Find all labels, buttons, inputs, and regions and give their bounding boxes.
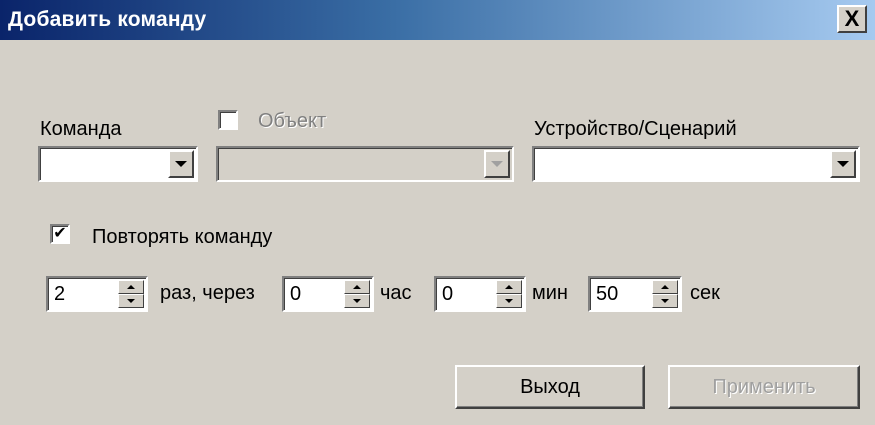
arrow-up-icon xyxy=(353,285,361,289)
arrow-down-icon xyxy=(353,299,361,303)
add-command-dialog: Добавить команду X Команда Объект Устрой… xyxy=(0,0,875,425)
minutes-down-button[interactable] xyxy=(496,294,522,308)
close-icon: X xyxy=(844,6,860,31)
seconds-up-button[interactable] xyxy=(652,280,678,294)
minutes-value: 0 xyxy=(442,283,454,305)
dialog-title: Добавить команду xyxy=(8,8,207,31)
seconds-label: сек xyxy=(690,282,720,304)
seconds-value: 50 xyxy=(596,283,619,305)
hours-up-button[interactable] xyxy=(344,280,370,294)
hours-spinner[interactable]: 0 xyxy=(282,276,374,312)
hours-down-button[interactable] xyxy=(344,294,370,308)
chevron-down-icon xyxy=(837,161,849,167)
minutes-up-button[interactable] xyxy=(496,280,522,294)
seconds-spinner[interactable]: 50 xyxy=(588,276,682,312)
apply-button[interactable]: Применить xyxy=(668,365,860,409)
arrow-down-icon xyxy=(505,299,513,303)
command-dropdown-button[interactable] xyxy=(168,150,194,178)
object-combobox[interactable] xyxy=(216,146,514,182)
close-button[interactable]: X xyxy=(837,5,867,33)
hours-value: 0 xyxy=(290,283,302,305)
times-label: раз, через xyxy=(160,282,255,304)
repeat-label: Повторять команду xyxy=(92,226,273,248)
command-label: Команда xyxy=(40,118,122,140)
times-spinner[interactable]: 2 xyxy=(46,276,148,312)
times-up-button[interactable] xyxy=(118,280,144,294)
object-label: Объект xyxy=(258,110,327,132)
seconds-updown[interactable] xyxy=(652,280,678,308)
repeat-checkbox[interactable]: ✔ xyxy=(50,224,70,244)
minutes-spinner[interactable]: 0 xyxy=(434,276,526,312)
times-down-button[interactable] xyxy=(118,294,144,308)
command-combobox[interactable] xyxy=(38,146,198,182)
times-value: 2 xyxy=(54,283,66,305)
exit-button[interactable]: Выход xyxy=(455,365,645,409)
device-combobox[interactable] xyxy=(532,146,860,182)
object-checkbox[interactable] xyxy=(218,110,238,130)
arrow-up-icon xyxy=(661,285,669,289)
hours-updown[interactable] xyxy=(344,280,370,308)
device-dropdown-button[interactable] xyxy=(830,150,856,178)
checkmark-icon: ✔ xyxy=(53,225,67,242)
title-bar[interactable]: Добавить команду X xyxy=(0,0,875,40)
object-dropdown-button[interactable] xyxy=(484,150,510,178)
arrow-down-icon xyxy=(127,299,135,303)
device-label: Устройство/Сценарий xyxy=(534,118,737,140)
arrow-down-icon xyxy=(661,299,669,303)
arrow-up-icon xyxy=(127,285,135,289)
times-updown[interactable] xyxy=(118,280,144,308)
minutes-updown[interactable] xyxy=(496,280,522,308)
seconds-down-button[interactable] xyxy=(652,294,678,308)
hours-label: час xyxy=(380,282,412,304)
arrow-up-icon xyxy=(505,285,513,289)
minutes-label: мин xyxy=(532,282,568,304)
chevron-down-icon xyxy=(175,161,187,167)
chevron-down-icon xyxy=(491,161,503,167)
